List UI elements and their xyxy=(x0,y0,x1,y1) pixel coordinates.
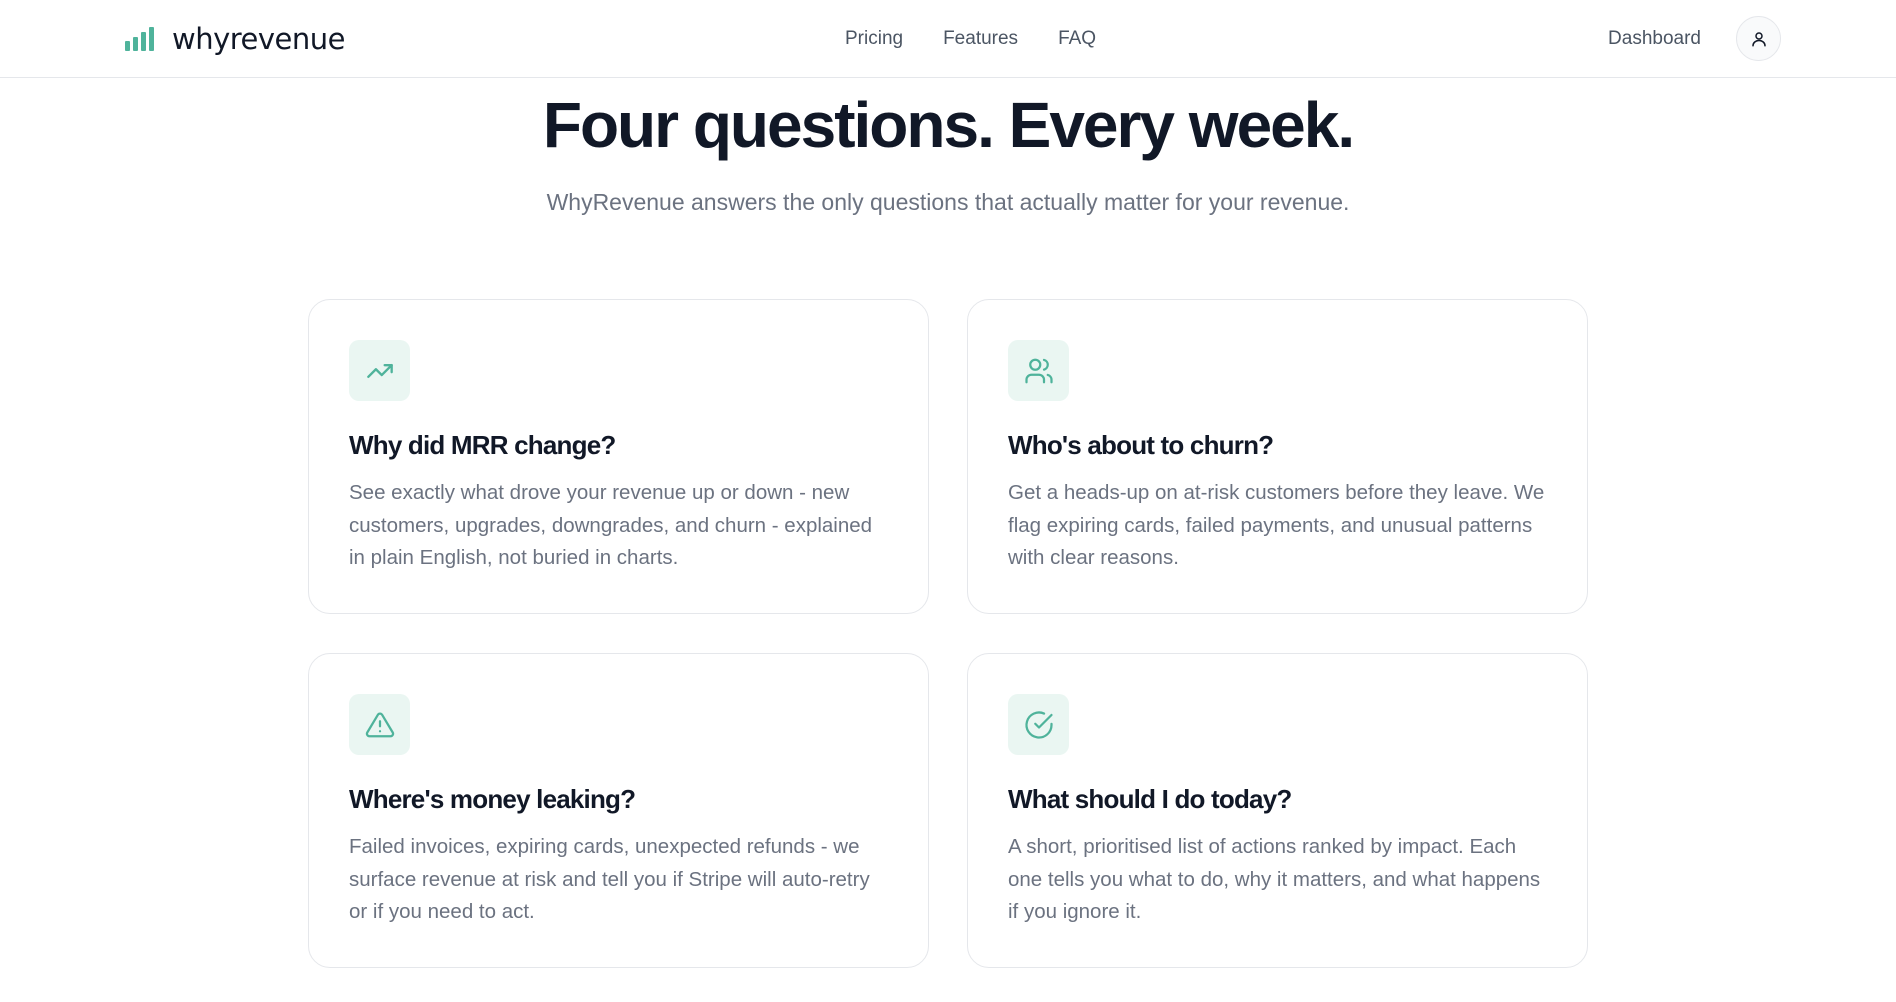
card-icon-container xyxy=(1008,340,1069,401)
main-nav: Pricing Features FAQ xyxy=(845,26,1096,52)
check-circle-icon xyxy=(1024,710,1053,739)
card-icon-container xyxy=(349,694,410,755)
feature-card-actions: What should I do today? A short, priorit… xyxy=(967,653,1588,968)
card-icon-container xyxy=(1008,694,1069,755)
section-title: Four questions. Every week. xyxy=(542,89,1355,161)
account-button[interactable] xyxy=(1736,16,1781,61)
user-icon xyxy=(1751,31,1766,46)
feature-card-mrr: Why did MRR change? See exactly what dro… xyxy=(308,299,929,614)
nav-link-features[interactable]: Features xyxy=(943,26,1018,52)
trending-up-icon xyxy=(366,363,393,378)
users-icon xyxy=(1024,358,1053,383)
card-description: A short, prioritised list of actions ran… xyxy=(1008,835,1541,923)
card-description: Get a heads-up on at-risk customers befo… xyxy=(1008,481,1545,569)
dashboard-link[interactable]: Dashboard xyxy=(1608,28,1701,50)
card-title: What should I do today? xyxy=(1008,784,1292,814)
feature-card-churn: Who's about to churn? Get a heads-up on … xyxy=(967,299,1588,614)
nav-link-faq[interactable]: FAQ xyxy=(1058,26,1096,52)
alert-triangle-icon xyxy=(365,712,394,737)
feature-card-leaks: Where's money leaking? Failed invoices, … xyxy=(308,653,929,968)
card-title: Why did MRR change? xyxy=(349,430,616,460)
header-actions: Dashboard xyxy=(1608,16,1781,61)
logo-text: whyrevenue xyxy=(172,22,346,56)
nav-link-pricing[interactable]: Pricing xyxy=(845,26,903,52)
site-header: whyrevenue Pricing Features FAQ Dashboar… xyxy=(0,0,1896,78)
card-title: Who's about to churn? xyxy=(1008,430,1274,460)
logo-link[interactable]: whyrevenue xyxy=(125,22,346,56)
card-icon-container xyxy=(349,340,410,401)
card-description: See exactly what drove your revenue up o… xyxy=(349,481,873,569)
section-subtitle: WhyRevenue answers the only questions th… xyxy=(546,189,1350,215)
card-description: Failed invoices, expiring cards, unexpec… xyxy=(349,835,870,923)
card-title: Where's money leaking? xyxy=(349,784,636,814)
bar-chart-logo-icon xyxy=(125,27,154,51)
